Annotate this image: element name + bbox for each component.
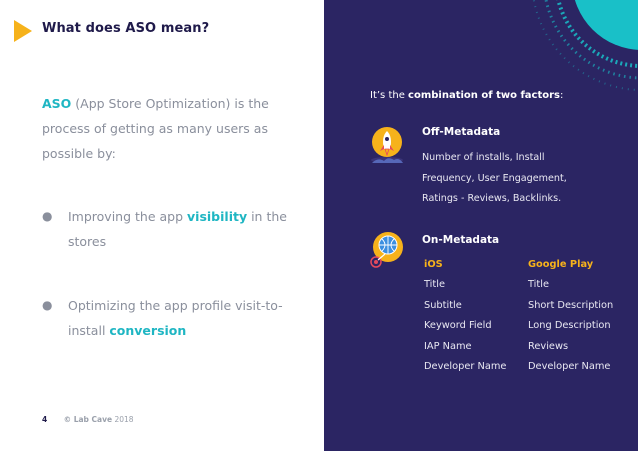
off-metadata-title: Off-Metadata (422, 126, 501, 138)
google-play-item: Reviews (528, 340, 569, 352)
footer: 4 © Lab Cave 2018 (42, 415, 134, 424)
combination-text: It’s the combination of two factors: (370, 90, 563, 101)
bullet-item-conversion: ● Optimizing the app profile visit-to-in… (42, 293, 302, 343)
ios-item: Subtitle (424, 299, 462, 311)
page-number: 4 (42, 415, 48, 424)
ios-item: Keyword Field (424, 320, 492, 332)
combo-post: : (560, 90, 564, 101)
off-metadata-line: Ratings - Reviews, Backlinks. (422, 193, 562, 204)
ios-column: iOS Title Subtitle Keyword Field IAP Nam… (424, 255, 506, 377)
footer-brand: © Lab Cave (63, 415, 113, 424)
visibility-highlight: visibility (187, 209, 248, 224)
google-play-header: Google Play (528, 259, 594, 270)
aso-highlight: ASO (42, 96, 72, 111)
ios-item: Title (424, 279, 445, 291)
combo-pre: It’s the (370, 90, 409, 101)
globe-target-icon (370, 232, 403, 268)
google-play-column: Google Play Title Short Description Long… (528, 255, 613, 377)
conversion-highlight: conversion (109, 323, 187, 338)
footer-year: 2018 (114, 415, 134, 424)
bullet-text: Improving the app (68, 209, 188, 224)
right-panel: It’s the combination of two factors: Off… (324, 0, 638, 451)
off-metadata-line: Number of installs, Install (422, 152, 545, 163)
left-panel: What does ASO mean? ASO (App Store Optim… (0, 0, 324, 451)
google-play-item: Developer Name (528, 361, 611, 373)
bullet-item-visibility: ● Improving the app visibility in the st… (42, 204, 302, 254)
bullet-dot-icon: ● (42, 298, 53, 312)
google-play-item: Long Description (528, 320, 611, 332)
page-title: What does ASO mean? (42, 21, 210, 36)
google-play-item: Title (528, 279, 549, 291)
off-metadata-line: Frequency, User Engagement, (422, 172, 567, 184)
bullet-dot-icon: ● (42, 209, 53, 223)
ios-header: iOS (424, 259, 443, 270)
on-metadata-title: On-Metadata (422, 234, 500, 246)
intro-text: (App Store Optimization) is the process … (42, 96, 269, 161)
triangle-marker-icon (14, 20, 32, 42)
ios-item: IAP Name (424, 340, 472, 352)
decorative-arcs-icon (532, 0, 638, 91)
google-play-item: Short Description (528, 299, 614, 311)
intro-paragraph: ASO (App Store Optimization) is the proc… (42, 91, 302, 166)
combo-bold: combination of two factors (408, 90, 561, 101)
off-metadata-body: Number of installs, Install Frequency, U… (422, 148, 622, 210)
ios-item: Developer Name (424, 361, 507, 373)
rocket-icon (371, 127, 403, 163)
